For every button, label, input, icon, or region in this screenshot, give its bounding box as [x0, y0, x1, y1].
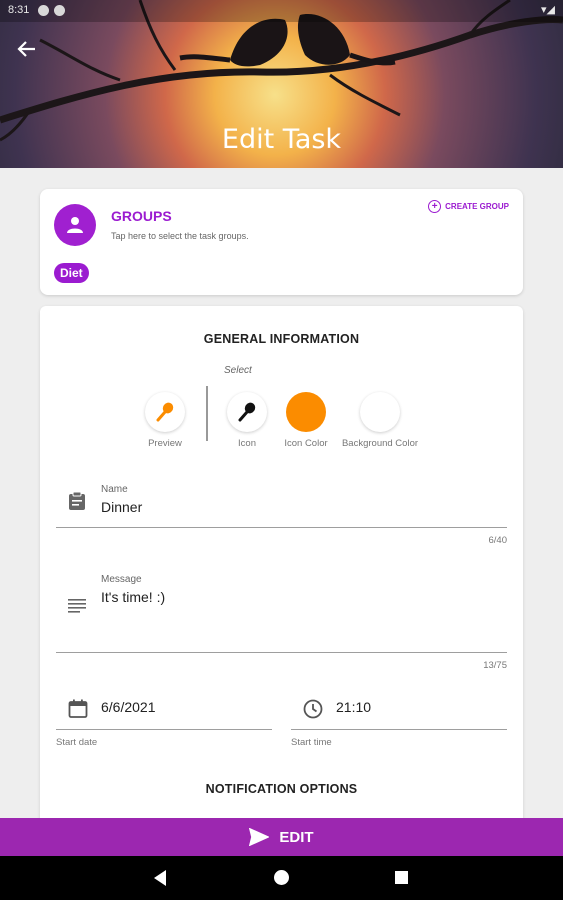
icon-label: Icon	[238, 438, 256, 449]
nav-home-icon[interactable]	[274, 870, 289, 885]
header-banner: 8:31 ▾◢ Edit Task	[0, 0, 563, 168]
start-time-field[interactable]: 21:10 Start time	[291, 699, 507, 751]
system-nav-bar	[0, 856, 563, 900]
icon-color-picker[interactable]: Icon Color	[278, 392, 334, 449]
select-label: Select	[224, 365, 252, 376]
icon-picker[interactable]: Icon	[222, 392, 272, 449]
notification-icon	[38, 5, 49, 16]
groups-subtitle: Tap here to select the task groups.	[111, 231, 249, 241]
create-group-button[interactable]: + CREATE GROUP	[428, 200, 509, 213]
icon-color-swatch[interactable]	[286, 392, 326, 432]
groups-avatar	[54, 204, 96, 246]
start-date-label: Start date	[56, 737, 98, 748]
start-time-label: Start time	[291, 737, 332, 748]
text-lines-icon	[68, 598, 86, 619]
message-counter: 13/75	[483, 660, 507, 671]
message-input[interactable]: It's time! :)	[101, 589, 165, 605]
clipboard-icon	[68, 491, 86, 516]
status-bar: 8:31 ▾◢	[0, 0, 563, 22]
message-underline	[56, 652, 507, 653]
name-underline	[56, 527, 507, 528]
notification-options-title: NOTIFICATION OPTIONS	[205, 782, 358, 796]
name-counter: 6/40	[488, 535, 508, 546]
start-date-value[interactable]: 6/6/2021	[101, 699, 156, 715]
spoon-icon	[238, 402, 256, 422]
send-icon	[249, 828, 270, 846]
start-date-field[interactable]: 6/6/2021 Start date	[56, 699, 272, 751]
icon-circle[interactable]	[227, 392, 267, 432]
status-time: 8:31	[8, 4, 30, 16]
back-button[interactable]	[14, 36, 40, 62]
message-field[interactable]: Message It's time! :)	[56, 572, 507, 662]
message-label: Message	[101, 574, 142, 585]
divider	[206, 386, 208, 441]
wifi-icon: ▾◢	[541, 4, 555, 16]
general-information-card: GENERAL INFORMATION Select Preview Icon …	[40, 306, 523, 826]
general-information-title: GENERAL INFORMATION	[203, 332, 360, 346]
background-color-swatch[interactable]	[360, 392, 400, 432]
edit-button[interactable]: EDIT	[0, 818, 563, 856]
group-chip-diet[interactable]: Diet	[54, 263, 89, 283]
clock-icon	[303, 699, 323, 724]
background-color-picker[interactable]: Background Color	[338, 392, 422, 449]
nav-recents-icon[interactable]	[395, 871, 408, 884]
calendar-icon	[68, 699, 88, 724]
preview-circle	[145, 392, 185, 432]
preview-item: Preview	[140, 392, 190, 449]
create-group-label: CREATE GROUP	[445, 202, 509, 211]
name-label: Name	[101, 484, 128, 495]
icon-color-label: Icon Color	[284, 438, 328, 449]
groups-title: GROUPS	[111, 208, 172, 224]
page-title: Edit Task	[221, 124, 342, 155]
start-time-value[interactable]: 21:10	[336, 699, 371, 715]
start-time-underline	[291, 729, 507, 730]
arrow-left-icon	[17, 41, 35, 57]
spoon-icon	[156, 402, 174, 422]
groups-card[interactable]: GROUPS Tap here to select the task group…	[40, 189, 523, 295]
add-circle-icon: +	[428, 200, 442, 213]
edit-button-label: EDIT	[279, 828, 314, 846]
start-date-underline	[56, 729, 272, 730]
notification-icon	[54, 5, 65, 16]
preview-label: Preview	[148, 438, 182, 449]
nav-back-icon[interactable]	[154, 870, 166, 886]
name-input[interactable]: Dinner	[101, 499, 142, 515]
background-color-label: Background Color	[341, 438, 419, 449]
name-field[interactable]: Name Dinner	[56, 482, 507, 542]
group-person-icon	[67, 217, 83, 233]
